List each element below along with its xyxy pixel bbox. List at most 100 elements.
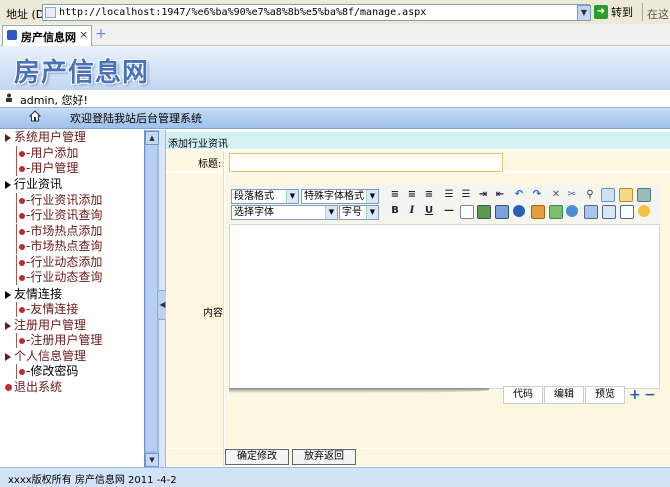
paste-icon[interactable]: [619, 188, 633, 202]
mode-edit-tab[interactable]: 编辑: [544, 386, 584, 404]
align-center-icon[interactable]: ≡: [405, 188, 419, 201]
date-icon[interactable]: [620, 205, 634, 219]
ie-page-icon: [7, 30, 17, 40]
italic-button[interactable]: I: [405, 204, 419, 217]
link-icon[interactable]: [566, 205, 578, 217]
align-left-icon[interactable]: ≡: [388, 188, 402, 201]
chevron-down-icon: ▼: [366, 190, 378, 203]
sidebar-item-change-password[interactable]: -修改密码: [16, 364, 78, 379]
close-tab-icon[interactable]: ×: [79, 28, 88, 41]
font-size-select[interactable]: 字号 ▼: [339, 205, 379, 220]
underline-button[interactable]: U: [422, 204, 436, 217]
sidebar-item-hot-query[interactable]: -市场热点查询: [16, 239, 102, 254]
scroll-up-icon[interactable]: ▲: [145, 131, 159, 145]
anchor-icon[interactable]: [584, 205, 598, 219]
section-header: [166, 132, 670, 149]
ordered-list-icon[interactable]: ☰: [442, 188, 456, 201]
expand-arrow-icon: [5, 133, 11, 142]
sidebar-item-user-manage[interactable]: -用户管理: [16, 161, 78, 176]
outdent-icon[interactable]: ⇤: [493, 188, 507, 201]
bullet-icon: [19, 274, 25, 281]
sidebar-item-links[interactable]: 友情连接: [5, 287, 62, 302]
sidebar-item-news-add[interactable]: -行业资讯添加: [16, 193, 102, 208]
sidebar-item-registered-manage[interactable]: -注册用户管理: [16, 333, 102, 348]
site-logo: 房产信息网: [14, 58, 150, 88]
go-button[interactable]: ➜ 转到: [594, 4, 638, 21]
special-format-select[interactable]: 特殊字体格式 ▼: [301, 189, 379, 204]
sidebar-item-hot-add[interactable]: -市场热点添加: [16, 224, 102, 239]
url-input[interactable]: http://localhost:1947/%e6%ba%90%e7%a8%8b…: [42, 4, 590, 21]
links-label: 在这: [647, 8, 669, 21]
indent-icon[interactable]: ⇥: [476, 188, 490, 201]
sidebar-item-industry-news[interactable]: 行业资讯: [5, 177, 62, 192]
bullet-icon: [19, 212, 25, 219]
table-icon[interactable]: [549, 205, 563, 219]
cut-icon[interactable]: ✂: [565, 188, 579, 201]
copyright-text: xxxx版权所有 房产信息网 2011 -4-2: [8, 475, 177, 486]
print-icon[interactable]: [637, 188, 651, 202]
user-greeting: admin, 您好!: [20, 94, 88, 107]
bullet-icon: [19, 337, 25, 344]
logout-bullet-icon: [5, 384, 12, 391]
url-dropdown-icon[interactable]: ▼: [577, 5, 591, 21]
media-icon[interactable]: [495, 205, 509, 219]
sidebar-item-registered-users[interactable]: 注册用户管理: [5, 318, 86, 333]
bullet-icon: [19, 165, 25, 172]
sidebar: 系统用户管理 -用户添加 -用户管理 行业资讯 -行业资讯添加 -行业资讯查询 …: [0, 130, 143, 466]
expand-arrow-icon: [5, 180, 11, 189]
chevron-down-icon: ▼: [366, 206, 378, 219]
paragraph-format-select[interactable]: 段落格式 ▼: [231, 189, 299, 204]
calendar-icon[interactable]: [602, 205, 616, 219]
sidebar-item-news-query[interactable]: -行业资讯查询: [16, 208, 102, 223]
welcome-text: 欢迎登陆我站后台管理系统: [70, 112, 202, 125]
page-icon: [45, 7, 56, 18]
expand-arrow-icon: [5, 321, 11, 330]
go-label: 转到: [611, 6, 633, 19]
copy-icon[interactable]: [601, 188, 615, 202]
submit-button[interactable]: 确定修改: [225, 449, 289, 465]
chevron-down-icon: ▼: [286, 190, 298, 203]
home-icon[interactable]: [29, 110, 41, 122]
redo-icon[interactable]: ↷: [530, 188, 544, 201]
column-divider: [223, 151, 224, 466]
sidebar-item-system-users[interactable]: 系统用户管理: [5, 130, 86, 145]
toolbar-divider: [642, 3, 643, 21]
chevron-down-icon: ▼: [325, 206, 337, 219]
title-input[interactable]: [229, 153, 503, 172]
content-editor[interactable]: [229, 224, 660, 389]
special-char-icon[interactable]: [531, 205, 545, 219]
zoom-in-icon[interactable]: +: [629, 388, 641, 402]
undo-icon[interactable]: ↶: [512, 188, 526, 201]
tab-title: 房产信息网: [21, 31, 76, 44]
delete-icon[interactable]: ✕: [549, 188, 563, 201]
tab-active[interactable]: 房产信息网 ×: [2, 25, 92, 46]
sidebar-item-logout[interactable]: 退出系统: [5, 380, 62, 395]
expand-arrow-icon: [5, 352, 11, 361]
section-title: 添加行业资讯: [168, 139, 228, 150]
align-right-icon[interactable]: ≡: [422, 188, 436, 201]
bold-button[interactable]: B: [388, 204, 402, 217]
mode-code-tab[interactable]: 代码: [503, 386, 543, 404]
find-icon[interactable]: ⚲: [583, 188, 597, 201]
sidebar-item-trend-add[interactable]: -行业动态添加: [16, 255, 102, 270]
bullet-icon: [19, 228, 25, 235]
font-select[interactable]: 选择字体 ▼: [231, 205, 338, 220]
bullet-icon: [19, 368, 25, 375]
sidebar-item-trend-query[interactable]: -行业动态查询: [16, 270, 102, 285]
scroll-down-icon[interactable]: ▼: [145, 453, 159, 467]
bullet-icon: [19, 197, 25, 204]
emoticon-icon[interactable]: [638, 205, 650, 217]
sidebar-item-user-add[interactable]: -用户添加: [16, 146, 78, 161]
zoom-out-icon[interactable]: −: [644, 388, 656, 402]
text-box-icon[interactable]: [460, 205, 474, 219]
image-icon[interactable]: [477, 205, 491, 219]
horizontal-rule-icon[interactable]: —: [442, 204, 456, 217]
scrollbar-thumb[interactable]: [146, 145, 157, 451]
sidebar-item-links-manage[interactable]: -友情连接: [16, 302, 78, 317]
flash-icon[interactable]: [513, 205, 525, 217]
mode-preview-tab[interactable]: 预览: [585, 386, 625, 404]
cancel-button[interactable]: 放弃返回: [292, 449, 356, 465]
new-tab-icon[interactable]: +: [94, 27, 108, 41]
sidebar-item-personal-info[interactable]: 个人信息管理: [5, 349, 86, 364]
unordered-list-icon[interactable]: ☰: [459, 188, 473, 201]
